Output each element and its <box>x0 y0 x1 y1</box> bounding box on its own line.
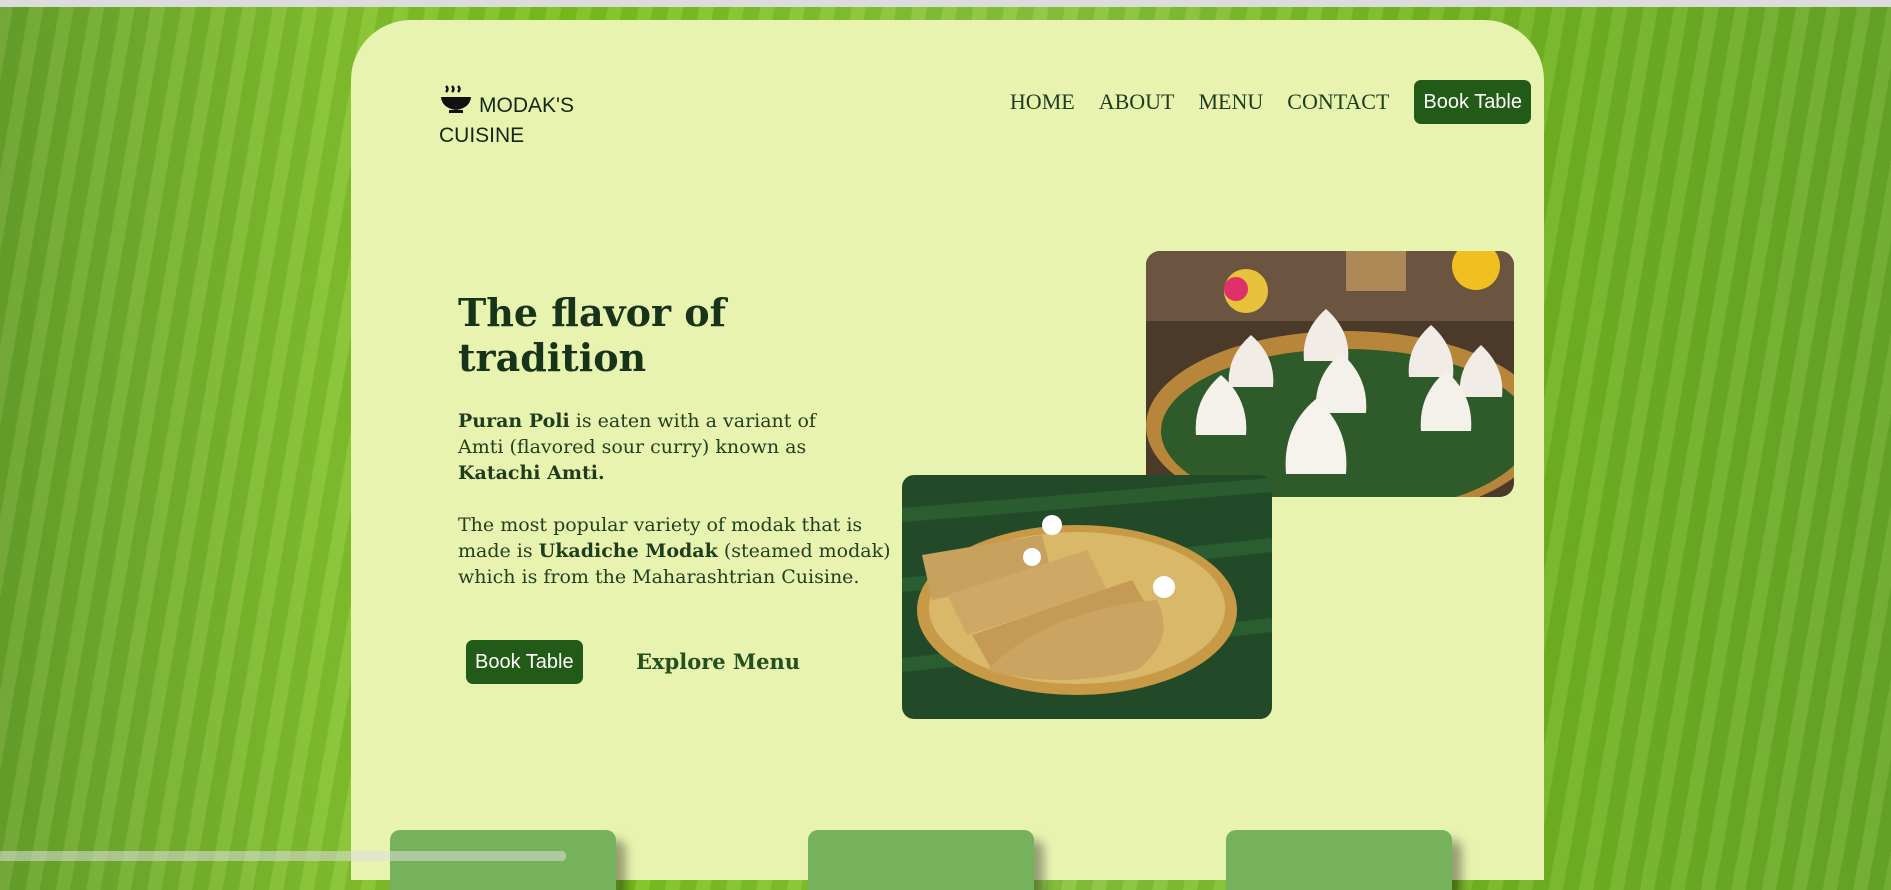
puran-poli-term: Puran Poli <box>458 410 570 432</box>
brand-logo[interactable]: MODAK'S CUISINE <box>439 82 599 151</box>
main-nav: HOME ABOUT MENU CONTACT Book Table <box>986 80 1531 124</box>
modak-photo <box>1146 251 1514 497</box>
food-bowl-icon <box>441 85 471 113</box>
feature-tile-2 <box>808 830 1034 890</box>
horizontal-scrollbar[interactable] <box>0 851 566 861</box>
feature-tile-3 <box>1226 830 1452 890</box>
hero-paragraph-puran-poli: Puran Poli is eaten with a variant of Am… <box>458 408 858 486</box>
content-card: MODAK'S CUISINE HOME ABOUT MENU CONTACT … <box>351 20 1544 890</box>
nav-book-table-button[interactable]: Book Table <box>1414 80 1531 124</box>
katachi-amti-term: Katachi Amti. <box>458 462 605 484</box>
hero-title: The flavor of tradition <box>458 290 726 380</box>
hero-paragraph-modak: The most popular variety of modak that i… <box>458 512 908 590</box>
explore-menu-link[interactable]: Explore Menu <box>636 649 800 674</box>
browser-top-edge <box>0 0 1891 7</box>
nav-contact[interactable]: CONTACT <box>1287 89 1389 115</box>
nav-home[interactable]: HOME <box>1010 89 1075 115</box>
nav-about[interactable]: ABOUT <box>1099 89 1175 115</box>
nav-menu[interactable]: MENU <box>1198 89 1263 115</box>
ukadiche-modak-term: Ukadiche Modak <box>538 540 718 562</box>
puran-poli-photo <box>902 475 1272 719</box>
hero-book-table-button[interactable]: Book Table <box>466 640 583 684</box>
